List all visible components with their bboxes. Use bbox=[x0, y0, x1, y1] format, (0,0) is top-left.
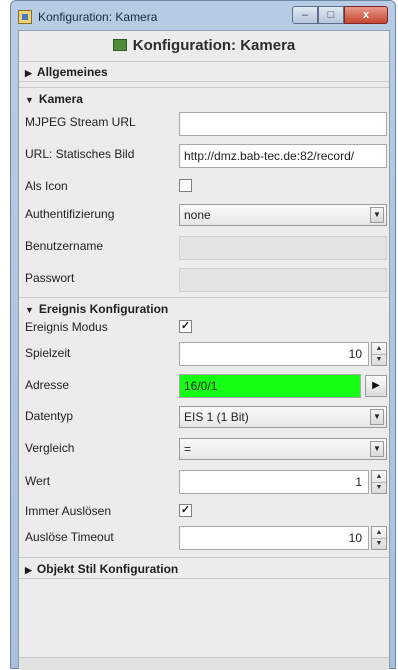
spin-down-icon[interactable]: ▼ bbox=[372, 482, 386, 493]
mjpeg-label: MJPEG Stream URL bbox=[25, 115, 136, 129]
maximize-button[interactable]: □ bbox=[318, 6, 344, 24]
row-vergleich: Vergleich = ▼ bbox=[19, 435, 389, 461]
window-controls: – □ x bbox=[292, 6, 388, 26]
adresse-label: Adresse bbox=[25, 378, 70, 392]
row-immer-ausloesen: Immer Auslösen ✓ bbox=[19, 499, 389, 525]
spielzeit-spinner: 10 ▲ ▼ bbox=[179, 342, 387, 366]
spinner-buttons: ▲ ▼ bbox=[371, 526, 387, 550]
ereignis-modus-checkbox[interactable]: ✓ bbox=[179, 320, 192, 333]
ereignis-modus-label: Ereignis Modus bbox=[25, 320, 108, 334]
row-ausloese-timeout: Auslöse Timeout 10 ▲ ▼ bbox=[19, 523, 389, 550]
password-input[interactable] bbox=[179, 268, 387, 292]
datentyp-label: Datentyp bbox=[25, 409, 74, 423]
wert-label: Wert bbox=[25, 474, 51, 488]
wert-input[interactable]: 1 bbox=[179, 470, 369, 494]
section-allgemeines[interactable]: ▶ Allgemeines bbox=[19, 62, 389, 82]
row-static-image: URL: Statisches Bild http://dmz.bab-tec.… bbox=[19, 141, 389, 168]
adresse-input[interactable]: 16/0/1 bbox=[179, 374, 361, 398]
row-username: Benutzername bbox=[19, 233, 389, 260]
expand-icon: ▶ bbox=[25, 565, 32, 575]
chevron-down-icon: ▼ bbox=[370, 409, 384, 425]
password-label: Passwort bbox=[25, 271, 75, 285]
row-ereignis-modus: Ereignis Modus ✓ bbox=[19, 315, 389, 341]
config-icon bbox=[112, 39, 127, 51]
auth-label: Authentifizierung bbox=[25, 207, 115, 221]
wert-spinner: 1 ▲ ▼ bbox=[179, 470, 387, 494]
mjpeg-url-input[interactable] bbox=[179, 112, 387, 136]
section-objekt-stil[interactable]: ▶ Objekt Stil Konfiguration bbox=[19, 559, 389, 579]
dialog-content: Konfiguration: Kamera ▶ Allgemeines ▼ Kame… bbox=[18, 30, 390, 670]
spinner-buttons: ▲ ▼ bbox=[371, 342, 387, 366]
divider bbox=[19, 297, 389, 298]
chevron-down-icon: ▼ bbox=[370, 207, 384, 223]
vergleich-select[interactable]: = ▼ bbox=[179, 438, 387, 460]
immer-ausloesen-checkbox[interactable]: ✓ bbox=[179, 504, 192, 517]
section-label: Kamera bbox=[38, 92, 83, 106]
static-image-label: URL: Statisches Bild bbox=[25, 147, 135, 161]
vergleich-value: = bbox=[184, 442, 192, 456]
row-password: Passwort bbox=[19, 265, 389, 292]
spielzeit-label: Spielzeit bbox=[25, 346, 71, 360]
immer-ausloesen-label: Immer Auslösen bbox=[25, 504, 112, 518]
als-icon-checkbox[interactable] bbox=[179, 179, 192, 192]
divider bbox=[19, 557, 389, 558]
divider bbox=[19, 87, 389, 88]
datentyp-value: EIS 1 (1 Bit) bbox=[184, 410, 249, 424]
app-window: Konfiguration: Kamera – □ x Konfiguratio… bbox=[0, 0, 398, 670]
dialog-title: Konfiguration: Kamera bbox=[132, 37, 296, 54]
app-icon bbox=[18, 10, 32, 24]
static-image-url-input[interactable]: http://dmz.bab-tec.de:82/record/ bbox=[179, 144, 387, 168]
minimize-button[interactable]: – bbox=[292, 6, 318, 24]
row-spielzeit: Spielzeit 10 ▲ ▼ bbox=[19, 339, 389, 366]
row-wert: Wert 1 ▲ ▼ bbox=[19, 467, 389, 494]
als-icon-label: Als Icon bbox=[25, 179, 68, 193]
section-label: Objekt Stil Konfiguration bbox=[36, 562, 179, 576]
close-button[interactable]: x bbox=[344, 6, 388, 24]
chevron-down-icon: ▼ bbox=[370, 441, 384, 457]
collapse-icon: ▼ bbox=[25, 95, 34, 105]
window-title: Konfiguration: Kamera bbox=[38, 10, 158, 24]
dialog-header: Konfiguration: Kamera bbox=[19, 31, 389, 62]
row-datentyp: Datentyp EIS 1 (1 Bit) ▼ bbox=[19, 403, 389, 429]
auth-value: none bbox=[184, 208, 211, 222]
section-label: Allgemeines bbox=[36, 65, 108, 79]
row-adresse: Adresse 16/0/1 ▶ bbox=[19, 371, 389, 398]
vergleich-label: Vergleich bbox=[25, 441, 75, 455]
spin-down-icon[interactable]: ▼ bbox=[372, 354, 386, 365]
timeout-spinner: 10 ▲ ▼ bbox=[179, 526, 387, 550]
title-bar[interactable]: Konfiguration: Kamera – □ x bbox=[14, 4, 392, 30]
spielzeit-input[interactable]: 10 bbox=[179, 342, 369, 366]
row-als-icon: Als Icon bbox=[19, 173, 389, 199]
datentyp-select[interactable]: EIS 1 (1 Bit) ▼ bbox=[179, 406, 387, 428]
username-label: Benutzername bbox=[25, 239, 104, 253]
expand-icon: ▶ bbox=[25, 68, 32, 78]
ausloese-timeout-label: Auslöse Timeout bbox=[25, 530, 114, 544]
row-mjpeg: MJPEG Stream URL bbox=[19, 109, 389, 136]
play-icon[interactable]: ▶ bbox=[365, 375, 387, 397]
username-input[interactable] bbox=[179, 236, 387, 260]
section-kamera[interactable]: ▼ Kamera bbox=[19, 89, 389, 109]
spinner-buttons: ▲ ▼ bbox=[371, 470, 387, 494]
auth-select[interactable]: none ▼ bbox=[179, 204, 387, 226]
bottom-bar bbox=[19, 657, 389, 670]
row-auth: Authentifizierung none ▼ bbox=[19, 201, 389, 227]
spin-down-icon[interactable]: ▼ bbox=[372, 538, 386, 549]
timeout-input[interactable]: 10 bbox=[179, 526, 369, 550]
section-label: Ereignis Konfiguration bbox=[38, 302, 169, 316]
